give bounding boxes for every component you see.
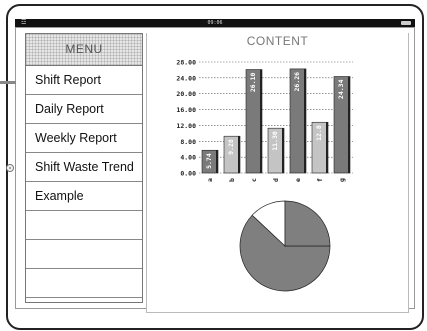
side-drawer-handle[interactable] — [0, 81, 16, 84]
menu-item-example[interactable]: Example — [26, 182, 142, 211]
menu-header: MENU — [26, 34, 142, 66]
bar-shadow — [282, 128, 284, 173]
menu-item-shift-waste-trend[interactable]: Shift Waste Trend — [26, 153, 142, 182]
y-tick-label: 20.00 — [176, 90, 196, 98]
bar-value-label: 12.8 — [315, 125, 323, 141]
battery-icon — [401, 21, 411, 25]
y-tick-label: 28.00 — [176, 59, 196, 67]
pie-chart — [239, 200, 331, 292]
menu-item-empty[interactable] — [26, 240, 142, 269]
bar-value-label: 9.28 — [227, 139, 235, 155]
y-tick-label: 16.00 — [176, 106, 196, 114]
x-tick-label: e — [294, 178, 302, 182]
pie-slice — [284, 200, 331, 247]
menu-panel: MENU Shift Report Daily Report Weekly Re… — [25, 33, 143, 303]
bar-shadow — [216, 150, 218, 173]
content-panel: CONTENT 0.00 4.00 8.00 12.00 16.00 20.00 24.00… — [146, 33, 409, 313]
status-time: 09:06 — [207, 20, 223, 26]
bar-shadow — [304, 68, 306, 173]
y-tick-label: 12.00 — [176, 122, 196, 130]
bar-chart: 0.00 4.00 8.00 12.00 16.00 20.00 24.00 28.00 5.7… — [176, 59, 353, 182]
bar-value-label: 5.74 — [205, 153, 213, 169]
menu-item-daily-report[interactable]: Daily Report — [26, 95, 142, 124]
status-bar: ☲ 09:06 — [15, 19, 415, 27]
bar-shadow — [326, 122, 328, 173]
x-tick-label: b — [228, 178, 236, 182]
y-tick-label: 8.00 — [180, 138, 196, 146]
bar-value-label: 24.34 — [337, 79, 345, 99]
y-tick-label: 0.00 — [180, 170, 196, 178]
y-tick-label: 24.00 — [176, 74, 196, 82]
bar-value-label: 11.30 — [271, 131, 279, 151]
menu-item-empty[interactable] — [26, 269, 142, 298]
menu-item-empty[interactable] — [26, 211, 142, 240]
menu-item-weekly-report[interactable]: Weekly Report — [26, 124, 142, 153]
y-tick-label: 4.00 — [180, 154, 196, 162]
bar-value-label: 26.10 — [249, 72, 257, 92]
bar-value-label: 26.26 — [293, 72, 301, 92]
x-tick-label: g — [338, 178, 346, 182]
x-tick-label: c — [250, 178, 258, 182]
menu-item-shift-report[interactable]: Shift Report — [26, 66, 142, 95]
x-tick-label: f — [316, 178, 324, 182]
x-tick-label: d — [272, 178, 280, 182]
content-title: CONTENT — [246, 34, 309, 48]
home-button-icon[interactable] — [6, 164, 14, 172]
bar-shadow — [348, 76, 350, 173]
x-tick-label: a — [206, 178, 214, 182]
bar-shadow — [238, 136, 240, 173]
bar-shadow — [260, 69, 262, 173]
